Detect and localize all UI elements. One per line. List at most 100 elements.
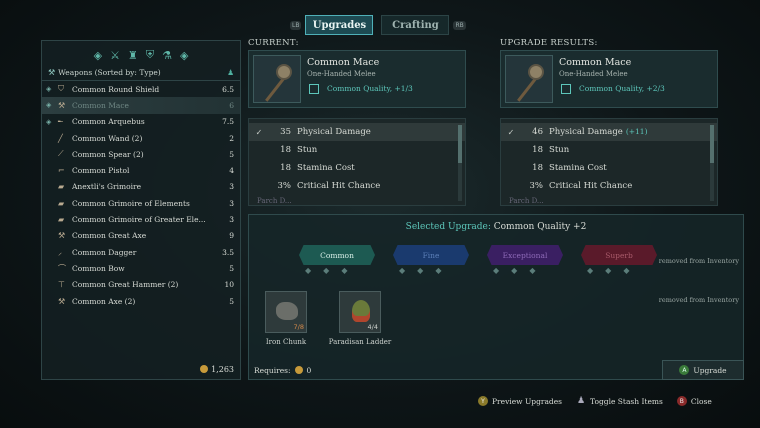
stats-cutoff: Parch D... <box>509 197 544 205</box>
weapon-list-item[interactable]: ◈ ╾ Common Arquebus 7.5 <box>42 114 240 130</box>
weapon-name: Common Wand (2) <box>72 133 143 143</box>
gold-coin-icon <box>200 365 209 373</box>
weapon-list-item[interactable]: ⸝ Common Dagger 3.5 <box>42 244 240 260</box>
category-armor-icon[interactable]: ♜ <box>128 49 138 62</box>
weapon-list-item[interactable]: ⚒ Common Great Axe 9 <box>42 228 240 244</box>
weapon-list-item[interactable]: ◈ ⛉ Common Round Shield 6.5 <box>42 81 240 97</box>
preview-upgrades-label: Preview Upgrades <box>492 396 563 406</box>
stats-scroll-thumb[interactable] <box>710 125 714 163</box>
close-hint[interactable]: B Close <box>676 396 712 406</box>
weapon-weight: 3 <box>229 198 234 208</box>
selected-upgrade-value: Common Quality +2 <box>493 222 587 232</box>
weapon-name: Common Spear (2) <box>72 149 144 159</box>
mace-icon: ⚒ <box>58 100 66 110</box>
close-label: Close <box>690 396 712 406</box>
weapons-category-icon: ⚒ <box>48 68 56 77</box>
weapon-list-item[interactable]: ⌒ Common Bow 5 <box>42 260 240 276</box>
tier-superb[interactable]: Superb <box>581 245 657 265</box>
stat-label-text: Stun <box>549 145 570 155</box>
weapon-weight: 3 <box>229 215 234 225</box>
grimoire-icon: ▰ <box>58 182 65 192</box>
equipped-marker-icon: ◈ <box>46 117 52 126</box>
category-trinket-icon[interactable]: ⚗ <box>162 49 172 62</box>
stats-scroll-thumb[interactable] <box>458 125 462 163</box>
removed-notice: removed from Inventory <box>658 296 739 304</box>
weapon-list-item[interactable]: ⟋ Common Spear (2) 5 <box>42 146 240 162</box>
gold-amount: 1,263 <box>211 364 234 374</box>
stat-value: 46 <box>532 127 543 137</box>
weapon-list-item[interactable]: ▰ Common Grimoire of Greater Ele... 3 <box>42 211 240 227</box>
category-icons: ◈ ⚔ ♜ ⛨ ⚗ ◈ <box>42 41 240 65</box>
tab-crafting[interactable]: Crafting <box>381 15 450 35</box>
tab-upgrades[interactable]: Upgrades <box>305 15 374 35</box>
weapon-weight: 3.5 <box>222 247 234 257</box>
tier-exceptional[interactable]: Exceptional <box>487 245 563 265</box>
weapon-list-item[interactable]: ⚒ Common Axe (2) 5 <box>42 293 240 309</box>
lb-button-hint[interactable]: LB <box>290 20 302 30</box>
weapon-name: Common Great Axe <box>72 231 147 241</box>
weapon-name: Common Pistol <box>72 166 130 176</box>
selected-upgrade-title: Selected Upgrade: Common Quality +2 <box>249 222 743 232</box>
current-item-card: Common Mace One-Handed Melee Common Qual… <box>248 50 466 108</box>
weapon-list-item[interactable]: ╱ Common Wand (2) 2 <box>42 130 240 146</box>
weapon-weight: 6.5 <box>222 84 234 94</box>
stat-label: Critical Hit Chance <box>549 181 717 191</box>
stat-row: 18 Stun <box>249 141 465 159</box>
stat-value: 3% <box>529 181 544 191</box>
upgrade-button[interactable]: A Upgrade <box>662 360 744 380</box>
rb-button-hint[interactable]: RB <box>453 20 466 30</box>
weapon-weight: 3 <box>229 182 234 192</box>
stat-row: 3% Critical Hit Chance <box>249 177 465 195</box>
paradisan-ladder-icon: 4/4 <box>339 291 381 333</box>
weapon-name: Common Round Shield <box>72 84 160 94</box>
stat-row: ✓ 46 Physical Damage (+11) <box>501 123 717 141</box>
result-stats: ✓ 46 Physical Damage (+11) 18 Stun 18 Stamina C… <box>500 118 718 206</box>
b-button-icon: B <box>676 396 687 406</box>
category-all-icon[interactable]: ◈ <box>94 49 102 62</box>
weapon-list-item[interactable]: ⌐ Common Pistol 4 <box>42 162 240 178</box>
equipped-marker-icon: ◈ <box>46 85 52 94</box>
category-chest-icon[interactable]: ⛨ <box>146 48 154 62</box>
mace-image <box>505 55 553 103</box>
current-title: CURRENT: <box>248 38 299 48</box>
weapon-list-item[interactable]: ◈ ⚒ Common Mace 6 <box>42 97 240 114</box>
result-item-card: Common Mace One-Handed Melee Common Qual… <box>500 50 718 108</box>
mace-image <box>253 55 301 103</box>
stat-row: 18 Stun <box>501 141 717 159</box>
weapon-name: Common Bow <box>72 263 125 273</box>
stat-row: ✓ 35 Physical Damage <box>249 123 465 141</box>
category-weapons-icon[interactable]: ⚔ <box>110 49 120 62</box>
material-paradisan-ladder: 4/4 Paradisan Ladder <box>325 291 395 346</box>
weapon-list-item[interactable]: ▰ Common Grimoire of Elements 3 <box>42 195 240 211</box>
weapon-name: Common Arquebus <box>72 117 145 127</box>
tier-fine[interactable]: Fine <box>393 245 469 265</box>
weapon-list-item[interactable]: ▰ Anextli's Grimoire 3 <box>42 179 240 195</box>
gold-display: 1,263 <box>42 359 240 379</box>
result-item-name: Common Mace <box>559 57 632 68</box>
footer-hints: Y Preview Upgrades ♟ Toggle Stash Items … <box>478 396 712 406</box>
category-other-icon[interactable]: ◈ <box>180 49 188 62</box>
dagger-icon: ⸝ <box>58 247 62 257</box>
tier-pips: ◆ ◆ ◆ <box>587 266 630 275</box>
tier-common[interactable]: Common <box>299 245 375 265</box>
bow-icon: ⌒ <box>58 263 66 273</box>
great-axe-icon: ⚒ <box>58 231 66 241</box>
stat-value: 18 <box>280 163 291 173</box>
sort-label[interactable]: (Sorted by: Type) <box>95 68 161 77</box>
stat-label: Stamina Cost <box>297 163 465 173</box>
weapon-name: Common Mace <box>72 100 129 110</box>
preview-upgrades-hint[interactable]: Y Preview Upgrades <box>478 396 562 406</box>
weapons-header-label: Weapons <box>58 68 93 77</box>
material-count: 4/4 <box>367 323 378 331</box>
result-quality: Common Quality, +2/3 <box>579 84 665 93</box>
stat-label: Critical Hit Chance <box>297 181 465 191</box>
stat-label-text: Physical Damage <box>549 127 623 137</box>
material-iron-chunk: 7/8 Iron Chunk <box>251 291 321 346</box>
toggle-stash-hint[interactable]: ♟ Toggle Stash Items <box>576 396 663 406</box>
tier-pips: ◆ ◆ ◆ <box>305 266 348 275</box>
material-name: Iron Chunk <box>265 338 307 346</box>
stat-label-text: Stamina Cost <box>549 163 607 173</box>
stat-label-text: Stun <box>297 145 318 155</box>
weapon-list-item[interactable]: ⊤ Common Great Hammer (2) 10 <box>42 277 240 293</box>
arquebus-icon: ╾ <box>58 117 63 127</box>
